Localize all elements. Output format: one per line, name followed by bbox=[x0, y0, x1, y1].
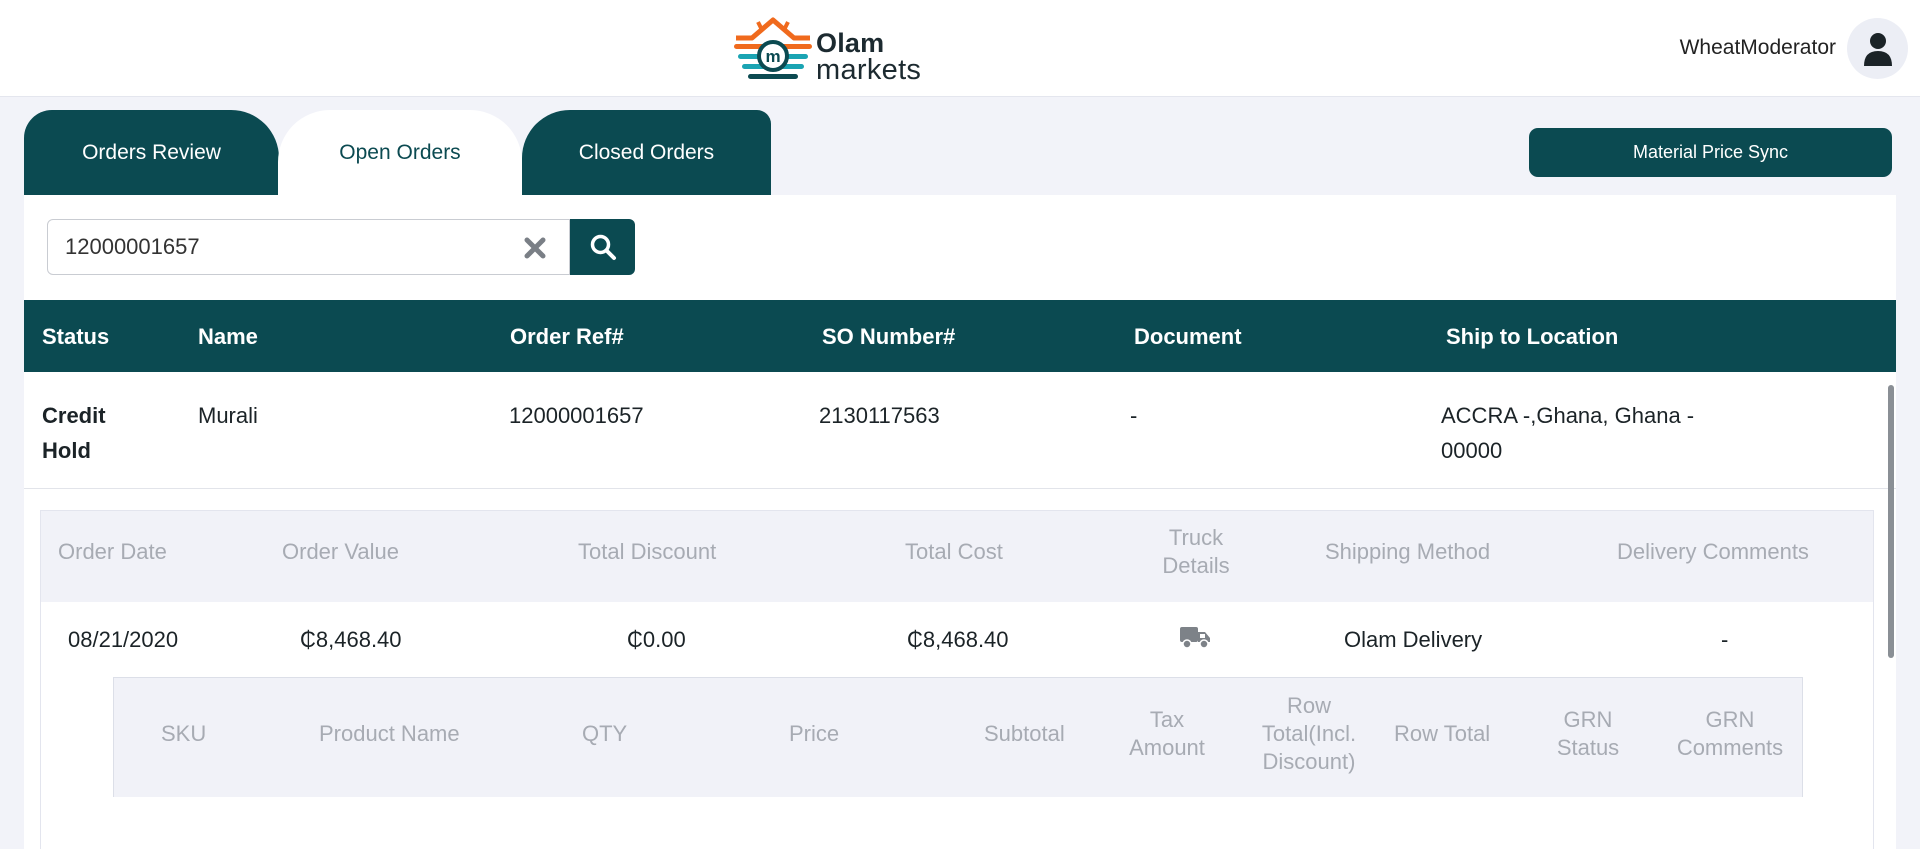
basket-logo-icon: m bbox=[734, 17, 812, 79]
delivery-comments-value: - bbox=[1721, 627, 1729, 652]
header-product-name: Product Name bbox=[319, 721, 460, 746]
table-row[interactable]: Credit Hold Murali 12000001657 213011756… bbox=[24, 372, 1896, 489]
header-price: Price bbox=[789, 721, 840, 746]
tab-label: Open Orders bbox=[339, 140, 461, 164]
order-details-header: Order Date Order Value Total Discount To… bbox=[41, 511, 1873, 602]
order-details-panel: Order Date Order Value Total Discount To… bbox=[40, 510, 1874, 849]
ship-to-location-value: ACCRA -,Ghana, Ghana - 00000 bbox=[1441, 398, 1694, 468]
tab-label: Orders Review bbox=[82, 140, 221, 164]
header-line: Tax bbox=[1149, 707, 1185, 732]
header-order-date: Order Date bbox=[58, 539, 167, 564]
order-details-row: 08/21/2020 ₵8,468.40 ₵0.00 ₵8,468.40 Ola… bbox=[41, 602, 1873, 677]
header-line: Amount bbox=[1129, 735, 1205, 760]
search-input[interactable] bbox=[48, 220, 518, 274]
header-line: Total(Incl. bbox=[1261, 721, 1357, 746]
olam-markets-logo[interactable]: m Olam markets bbox=[732, 16, 932, 85]
tab-closed-orders[interactable]: Closed Orders bbox=[522, 110, 771, 195]
column-header-ship-to-location[interactable]: Ship to Location bbox=[1446, 324, 1618, 350]
order-date-value: 08/21/2020 bbox=[68, 627, 179, 652]
header-line: Details bbox=[1162, 553, 1230, 578]
location-line: 00000 bbox=[1441, 438, 1503, 463]
header-shipping-method: Shipping Method bbox=[1325, 539, 1491, 564]
search-box bbox=[47, 219, 570, 275]
search-button[interactable] bbox=[570, 219, 635, 275]
vertical-scrollbar[interactable] bbox=[1888, 385, 1894, 658]
location-line: ACCRA -,Ghana, Ghana - bbox=[1441, 403, 1695, 428]
total-discount-value: ₵0.00 bbox=[627, 627, 686, 652]
username-label[interactable]: WheatModerator bbox=[1680, 36, 1836, 60]
header-truck-details: Truck Details bbox=[1151, 524, 1241, 580]
header-tax-amount: Tax Amount bbox=[1120, 706, 1214, 762]
header-grn-status: GRN Status bbox=[1548, 706, 1628, 762]
header-row-total: Row Total bbox=[1394, 721, 1491, 746]
header-line: Status bbox=[1556, 735, 1620, 760]
document-value: - bbox=[1130, 403, 1138, 428]
header-line: Row bbox=[1286, 693, 1331, 718]
header-grn-comments: GRN Comments bbox=[1670, 706, 1790, 762]
tab-orders-review[interactable]: Orders Review bbox=[24, 110, 279, 195]
total-cost-value: ₵8,468.40 bbox=[907, 627, 1009, 652]
header-subtotal: Subtotal bbox=[984, 721, 1065, 746]
logo-wordmark: Olam markets bbox=[816, 30, 921, 85]
order-ref-value: 12000001657 bbox=[509, 403, 644, 428]
status-line: Credit bbox=[42, 403, 106, 428]
column-header-so-number[interactable]: SO Number# bbox=[822, 324, 955, 350]
orders-table-header: Status Name Order Ref# SO Number# Docume… bbox=[24, 300, 1896, 372]
header-order-value: Order Value bbox=[282, 539, 399, 564]
user-icon bbox=[1863, 32, 1892, 66]
header-line: Comments bbox=[1676, 735, 1784, 760]
logo-word-top: Olam bbox=[816, 28, 885, 58]
close-icon bbox=[524, 237, 546, 259]
top-header: m Olam markets WheatModerator bbox=[0, 0, 1920, 97]
tab-open-orders[interactable]: Open Orders bbox=[278, 110, 522, 195]
material-price-sync-button[interactable]: Material Price Sync bbox=[1529, 128, 1892, 177]
header-delivery-comments: Delivery Comments bbox=[1617, 539, 1809, 564]
user-avatar[interactable] bbox=[1847, 18, 1908, 79]
tab-label: Closed Orders bbox=[578, 140, 715, 164]
shipping-method-value: Olam Delivery bbox=[1344, 627, 1483, 652]
logo-word-bottom: markets bbox=[816, 54, 922, 86]
column-header-order-ref[interactable]: Order Ref# bbox=[510, 324, 624, 350]
truck-details-button[interactable] bbox=[1179, 624, 1211, 656]
header-row-total-incl-discount: Row Total(Incl. Discount) bbox=[1246, 692, 1372, 776]
svg-text:m: m bbox=[765, 47, 780, 66]
order-tabs: Orders Review Open Orders Closed Orders bbox=[24, 110, 774, 195]
header-sku: SKU bbox=[161, 721, 207, 746]
line-items-table: SKU Product Name QTY Price Subtotal Tax … bbox=[113, 677, 1803, 797]
order-value-value: ₵8,468.40 bbox=[300, 627, 402, 652]
header-line: GRN bbox=[1705, 707, 1755, 732]
orders-panel: Status Name Order Ref# SO Number# Docume… bbox=[24, 195, 1896, 849]
status-line: Hold bbox=[42, 438, 91, 463]
order-status: Credit Hold bbox=[42, 398, 106, 468]
truck-icon bbox=[1180, 627, 1210, 649]
column-header-document[interactable]: Document bbox=[1134, 324, 1242, 350]
order-customer-name: Murali bbox=[198, 403, 258, 428]
column-header-name[interactable]: Name bbox=[198, 324, 258, 350]
header-line: Discount) bbox=[1262, 749, 1356, 774]
search-icon bbox=[590, 234, 616, 260]
header-qty: QTY bbox=[582, 721, 628, 746]
so-number-value: 2130117563 bbox=[819, 403, 940, 428]
header-line: GRN bbox=[1563, 707, 1613, 732]
header-line: Truck bbox=[1168, 525, 1224, 550]
header-total-discount: Total Discount bbox=[578, 539, 717, 564]
column-header-status[interactable]: Status bbox=[42, 324, 109, 350]
header-total-cost: Total Cost bbox=[905, 539, 1003, 564]
clear-search-button[interactable] bbox=[522, 235, 548, 261]
